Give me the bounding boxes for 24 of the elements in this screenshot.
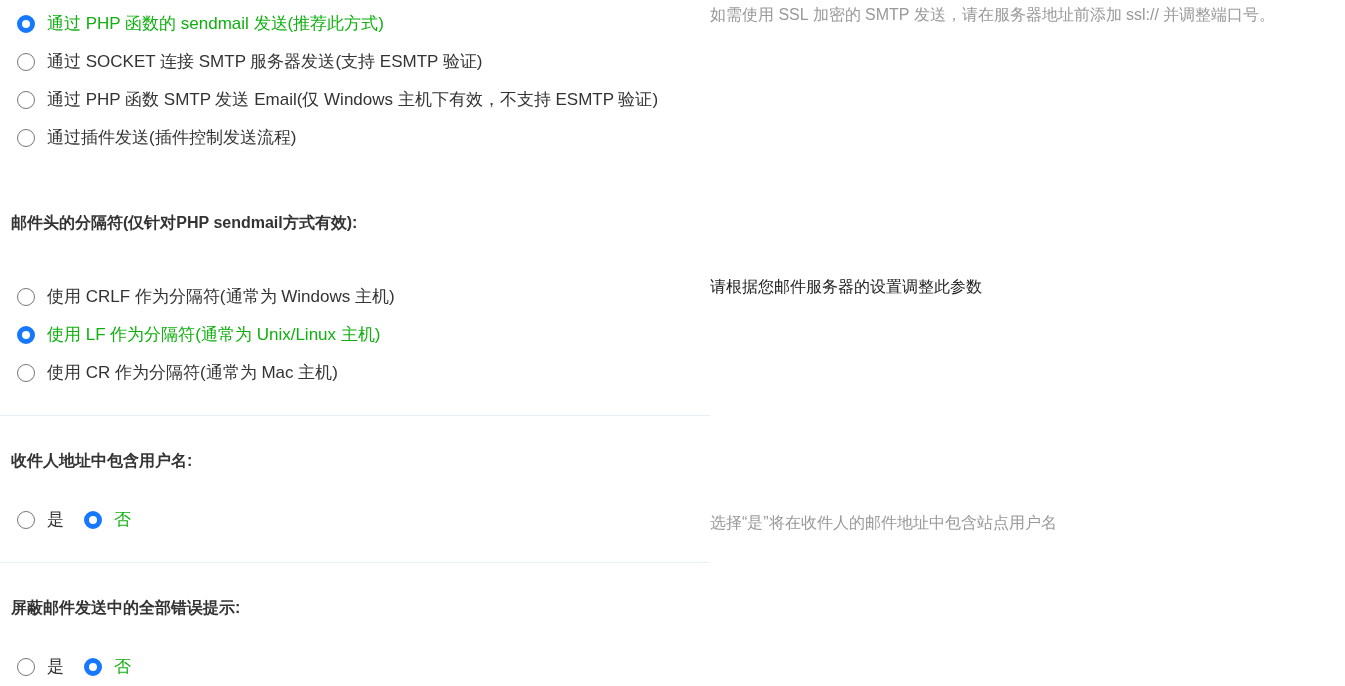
radio-button[interactable] — [17, 511, 35, 529]
radio-button[interactable] — [17, 658, 35, 676]
radio-button[interactable] — [84, 658, 102, 676]
radio-button[interactable] — [17, 15, 35, 33]
section-title: 屏蔽邮件发送中的全部错误提示: — [10, 598, 242, 618]
section-title: 邮件头的分隔符(仅针对PHP sendmail方式有效): — [10, 213, 359, 233]
hint-text: 请根据您邮件服务器的设置调整此参数 — [710, 277, 983, 297]
option-label[interactable]: 通过 SOCKET 连接 SMTP 服务器发送(支持 ESMTP 验证) — [47, 49, 483, 75]
radio-button[interactable] — [17, 326, 35, 344]
option-label[interactable]: 是 — [47, 654, 64, 680]
radio-button[interactable] — [17, 91, 35, 109]
option-label[interactable]: 使用 CR 作为分隔符(通常为 Mac 主机) — [47, 360, 338, 386]
option-label[interactable]: 是 — [47, 507, 64, 533]
option-label[interactable]: 使用 CRLF 作为分隔符(通常为 Windows 主机) — [47, 284, 395, 310]
option-label[interactable]: 通过 PHP 函数 SMTP 发送 Email(仅 Windows 主机下有效，不支持 ESMTP 验证) — [47, 87, 659, 113]
radio-button[interactable] — [84, 511, 102, 529]
option-label[interactable]: 通过插件发送(插件控制发送流程) — [47, 125, 297, 151]
section-title: 收件人地址中包含用户名: — [10, 451, 194, 471]
radio-button[interactable] — [17, 53, 35, 71]
hint-text: 选择“是”将在收件人的邮件地址中包含站点用户名 — [710, 513, 1058, 533]
radio-button[interactable] — [17, 364, 35, 382]
radio-button[interactable] — [17, 129, 35, 147]
hint-text: 如需使用 SSL 加密的 SMTP 发送，请在服务器地址前添加 ssl:// 并调整端口号。 — [710, 5, 1277, 25]
radio-button[interactable] — [17, 288, 35, 306]
